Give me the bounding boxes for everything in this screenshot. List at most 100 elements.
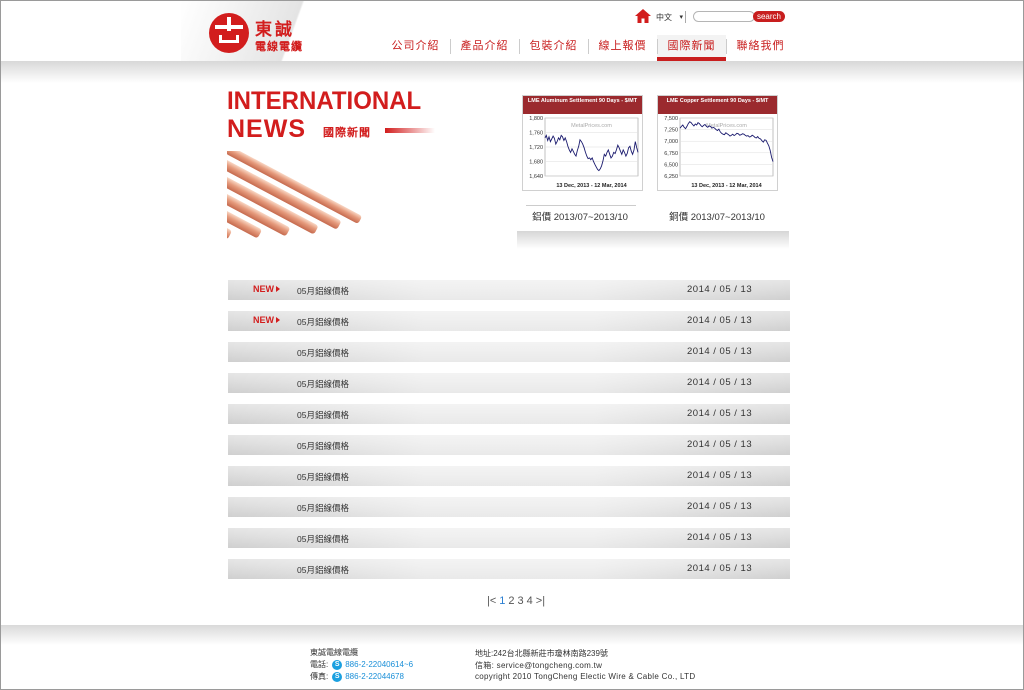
footer-shadow [1, 625, 1023, 645]
footer-fax: 傳真: S 886-2-22044678 [310, 671, 404, 682]
news-row[interactable]: 05月鋁線價格 2014 / 05 / 13 [228, 497, 790, 517]
chart-title: LME Aluminum Settlement 90 Days - $/MT [523, 96, 642, 114]
nav-item-products[interactable]: 產品介紹 [450, 35, 519, 57]
y-tick-label: 7,500 [664, 116, 678, 122]
search-button[interactable]: search [753, 11, 785, 22]
news-row[interactable]: 05月鋁線價格 2014 / 05 / 13 [228, 528, 790, 548]
chevron-down-icon: ▾ [679, 14, 683, 21]
chart-watermark: MetalPrices.com [571, 123, 612, 129]
y-tick-label: 6,750 [664, 151, 678, 157]
nav-item-company[interactable]: 公司介紹 [381, 35, 450, 57]
news-row[interactable]: 05月鋁線價格 2014 / 05 / 13 [228, 404, 790, 424]
news-title[interactable]: 05月鋁線價格 [297, 440, 349, 452]
search-input[interactable] [693, 11, 755, 22]
nav-item-packaging[interactable]: 包裝介紹 [519, 35, 588, 57]
copper-rods-image [227, 151, 362, 239]
last-page-button[interactable]: >| [536, 595, 545, 607]
news-date: 2014 / 05 / 13 [687, 563, 753, 574]
news-date: 2014 / 05 / 13 [687, 439, 753, 450]
skype-icon[interactable]: S [332, 659, 343, 670]
news-row[interactable]: 05月鋁線價格 2014 / 05 / 13 [228, 342, 790, 362]
y-tick-label: 1,640 [529, 174, 543, 180]
y-tick-label: 1,680 [529, 160, 543, 166]
new-badge: NEW [253, 284, 280, 294]
caption-divider [526, 205, 636, 206]
news-title[interactable]: 05月鋁線價格 [297, 533, 349, 545]
hero-subtitle-bar [385, 128, 435, 133]
y-tick-label: 1,800 [529, 116, 543, 122]
skype-icon[interactable]: S [332, 671, 343, 682]
aluminum-chart[interactable]: LME Aluminum Settlement 90 Days - $/MT 1… [522, 95, 643, 191]
header-shadow [1, 61, 1023, 83]
page-4[interactable]: 4 [527, 595, 533, 607]
new-badge-label: NEW [253, 284, 274, 294]
news-title[interactable]: 05月鋁線價格 [297, 285, 349, 297]
copper-line-chart: 7,5007,2507,0006,7506,5006,250MetalPrice… [664, 116, 774, 189]
news-row[interactable]: 05月鋁線價格 2014 / 05 / 13 [228, 466, 790, 486]
language-select[interactable]: 中文 ▾ [656, 11, 686, 23]
news-date: 2014 / 05 / 13 [687, 377, 753, 388]
news-date: 2014 / 05 / 13 [687, 408, 753, 419]
footer-copyright: copyright 2010 TongCheng Electic Wire & … [475, 672, 696, 681]
site-logo[interactable]: 東誠 電線電纜 [209, 11, 309, 55]
news-date: 2014 / 05 / 13 [687, 346, 753, 357]
y-tick-label: 1,720 [529, 145, 543, 151]
nav-item-contact[interactable]: 聯絡我們 [726, 35, 795, 57]
nav-item-news[interactable]: 國際新聞 [657, 35, 726, 61]
pagination: |< 1 2 3 4 >| [487, 594, 548, 608]
news-row[interactable]: NEW 05月鋁線價格 2014 / 05 / 13 [228, 280, 790, 300]
copper-caption[interactable]: 銅價 2013/07~2013/10 [652, 209, 782, 223]
news-list: NEW 05月鋁線價格 2014 / 05 / 13 NEW 05月鋁線價格 2014 /… [228, 280, 790, 590]
logo-mark-icon [209, 13, 249, 53]
page-1[interactable]: 1 [499, 595, 505, 607]
aluminum-caption[interactable]: 鋁價 2013/07~2013/10 [515, 209, 645, 223]
news-date: 2014 / 05 / 13 [687, 501, 753, 512]
new-badge-label: NEW [253, 315, 274, 325]
x-axis-label: 13 Dec, 2013 - 12 Mar, 2014 [556, 183, 627, 189]
footer-company: 東誠電線電纜 [310, 648, 358, 657]
site-header: 東誠 電線電纜 中文 ▾ search 公司介紹 產品介紹 包裝介紹 線上報價 … [1, 1, 1023, 63]
news-row[interactable]: 05月鋁線價格 2014 / 05 / 13 [228, 559, 790, 579]
home-icon[interactable] [635, 9, 651, 23]
y-tick-label: 7,000 [664, 139, 678, 145]
news-date: 2014 / 05 / 13 [687, 315, 753, 326]
phone-link[interactable]: 886-2-22040614~6 [345, 660, 413, 669]
news-row[interactable]: 05月鋁線價格 2014 / 05 / 13 [228, 373, 790, 393]
charts-shadow [517, 231, 789, 249]
logo-name: 東誠 [255, 20, 295, 39]
chart-title: LME Copper Settlement 90 Days - $/MT [658, 96, 777, 114]
x-axis-label: 13 Dec, 2013 - 12 Mar, 2014 [691, 183, 762, 189]
news-title[interactable]: 05月鋁線價格 [297, 378, 349, 390]
news-date: 2014 / 05 / 13 [687, 532, 753, 543]
footer-phone: 電話: S 886-2-22040614~6 [310, 659, 413, 670]
news-title[interactable]: 05月鋁線價格 [297, 409, 349, 421]
first-page-button[interactable]: |< [487, 595, 496, 607]
news-title[interactable]: 05月鋁線價格 [297, 502, 349, 514]
news-row[interactable]: 05月鋁線價格 2014 / 05 / 13 [228, 435, 790, 455]
y-tick-label: 6,500 [664, 162, 678, 168]
y-tick-label: 7,250 [664, 128, 678, 134]
page: 東誠 電線電纜 中文 ▾ search 公司介紹 產品介紹 包裝介紹 線上報價 … [0, 0, 1024, 690]
footer-email: 信箱: service@tongcheng.com.tw [475, 661, 603, 670]
footer-address: 地址:242台北縣新莊市瓊林南路239號 [475, 649, 608, 658]
logo-subtitle: 電線電纜 [255, 41, 303, 53]
y-tick-label: 1,760 [529, 131, 543, 137]
play-icon [276, 317, 280, 323]
news-date: 2014 / 05 / 13 [687, 284, 753, 295]
new-badge: NEW [253, 315, 280, 325]
y-tick-label: 6,250 [664, 174, 678, 180]
page-3[interactable]: 3 [518, 595, 524, 607]
nav-item-quote[interactable]: 線上報價 [588, 35, 657, 57]
language-value: 中文 [656, 12, 672, 22]
fax-label: 傳真: [310, 672, 329, 681]
news-title[interactable]: 05月鋁線價格 [297, 347, 349, 359]
page-2[interactable]: 2 [508, 595, 514, 607]
hero-subtitle: 國際新聞 [323, 127, 371, 139]
fax-link[interactable]: 886-2-22044678 [345, 672, 404, 681]
news-title[interactable]: 05月鋁線價格 [297, 316, 349, 328]
phone-label: 電話: [310, 660, 329, 669]
news-title[interactable]: 05月鋁線價格 [297, 564, 349, 576]
news-title[interactable]: 05月鋁線價格 [297, 471, 349, 483]
copper-chart[interactable]: LME Copper Settlement 90 Days - $/MT 7,5… [657, 95, 778, 191]
news-row[interactable]: NEW 05月鋁線價格 2014 / 05 / 13 [228, 311, 790, 331]
